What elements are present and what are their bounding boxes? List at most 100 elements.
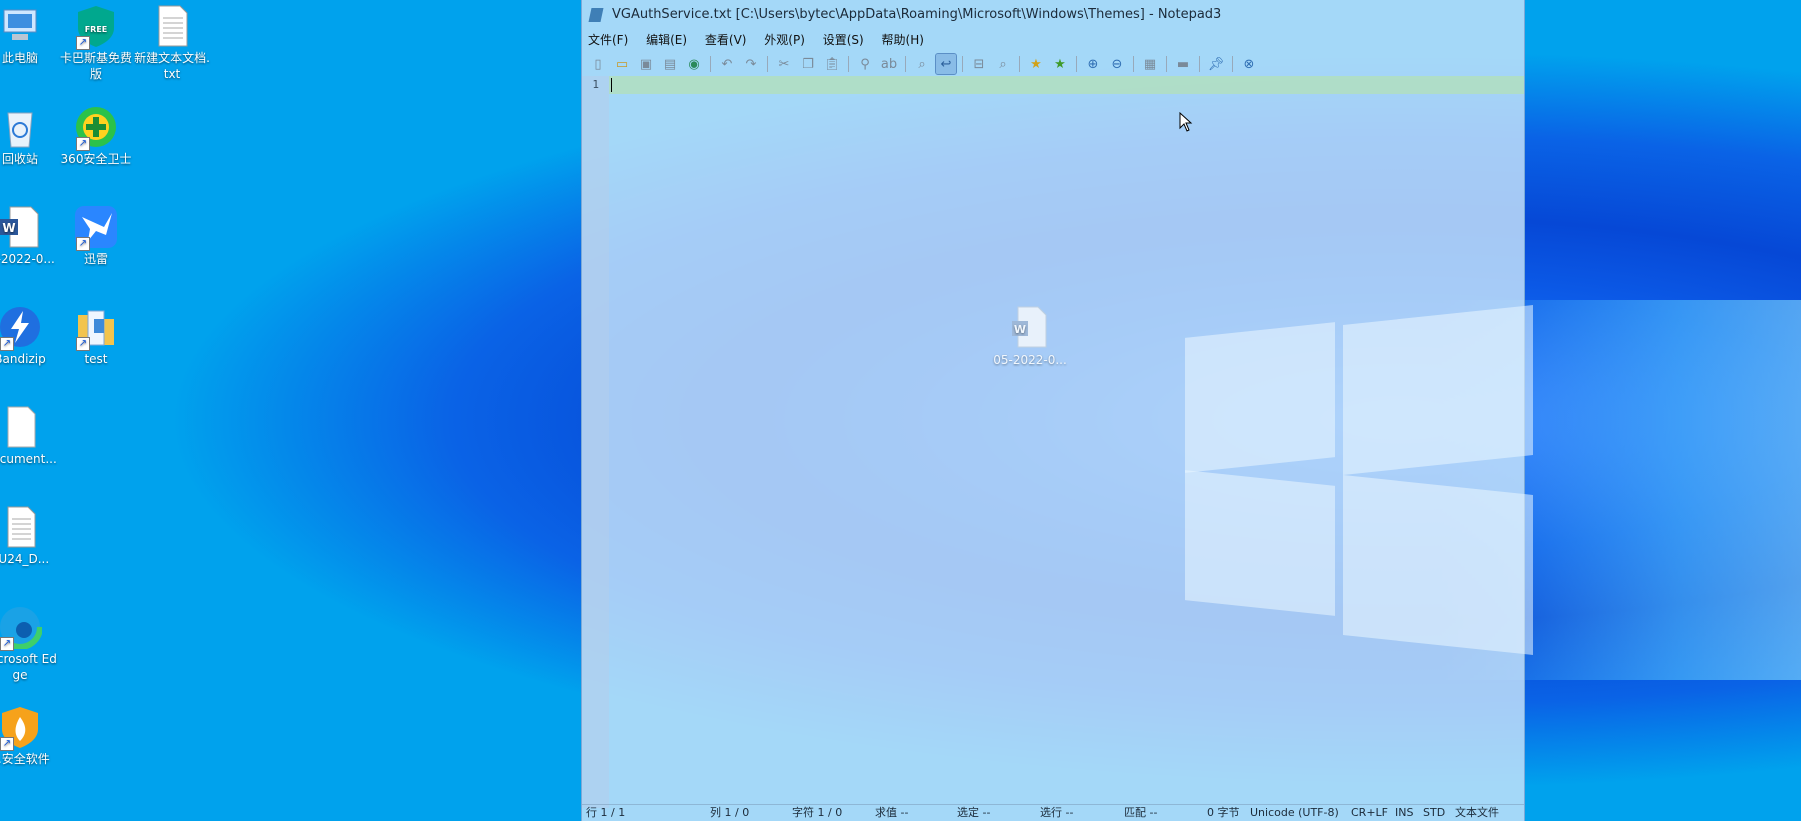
paste-icon[interactable]: 📋︎ <box>822 54 842 74</box>
toolbar-separator <box>962 56 963 72</box>
status-match: 匹配 -- <box>1124 806 1158 819</box>
desktop-icon-test-folder[interactable]: ↗ test <box>58 305 134 367</box>
text-file-icon <box>150 4 194 48</box>
menu-settings[interactable]: 设置(S) <box>823 33 864 47</box>
status-char: 字符 1 / 0 <box>792 806 843 819</box>
desktop-icon-360[interactable]: ↗ 360安全卫士 <box>58 105 134 167</box>
add-favorite-icon[interactable]: ★ <box>1050 54 1070 74</box>
screen-icon[interactable]: ▬ <box>1173 54 1193 74</box>
status-bar: 行 1 / 1 列 1 / 0 字符 1 / 0 求值 -- 选定 -- 选行 … <box>582 804 1524 821</box>
toolbar-separator <box>1133 56 1134 72</box>
desktop-icon-recycle-bin[interactable]: 回收站 <box>0 105 58 167</box>
replace-icon[interactable]: ab <box>879 54 899 74</box>
menu-file[interactable]: 文件(F) <box>588 33 628 47</box>
status-std[interactable]: STD <box>1423 805 1445 821</box>
shortcut-arrow-icon: ↗ <box>76 36 90 50</box>
status-value: 求值 -- <box>875 806 909 819</box>
shortcut-arrow-icon: ↗ <box>0 737 14 751</box>
desktop-icon-word-doc[interactable]: W ...-2022-0... <box>0 205 58 267</box>
close-icon[interactable]: ⊗ <box>1239 54 1259 74</box>
toolbar-separator <box>905 56 906 72</box>
shortcut-arrow-icon: ↗ <box>76 137 90 151</box>
360-security-icon: ↗ <box>74 105 118 151</box>
edge-icon: ↗ <box>0 604 43 651</box>
desktop-icon-document[interactable]: Document... <box>0 405 58 467</box>
desktop-icon-edge[interactable]: ↗ Microsoft Edge <box>0 604 58 683</box>
current-line-highlight <box>609 76 1524 94</box>
title-bar[interactable]: VGAuthService.txt [C:\Users\bytec\AppDat… <box>582 0 1524 30</box>
word-document-icon: W <box>1010 305 1050 349</box>
status-selection: 选定 -- <box>957 806 991 819</box>
open-icon[interactable]: ▭ <box>612 54 632 74</box>
word-wrap-icon[interactable]: ↩ <box>935 53 957 75</box>
schemes-icon[interactable]: ▦ <box>1140 54 1160 74</box>
shortcut-arrow-icon: ↗ <box>76 337 90 351</box>
status-encoding[interactable]: Unicode (UTF-8) <box>1250 805 1339 821</box>
menu-help[interactable]: 帮助(H) <box>882 33 924 47</box>
status-column: 列 1 / 0 <box>710 806 750 819</box>
window-title: VGAuthService.txt [C:\Users\bytec\AppDat… <box>612 7 1222 22</box>
status-bytes: 0 字节 <box>1207 806 1240 819</box>
svg-text:FREE: FREE <box>85 25 108 34</box>
undo-icon[interactable]: ↶ <box>717 54 737 74</box>
toolbar-separator <box>848 56 849 72</box>
toolbar-separator <box>1019 56 1020 72</box>
bandizip-icon: ↗ <box>0 305 42 351</box>
menu-edit[interactable]: 编辑(E) <box>646 33 687 47</box>
shortcut-arrow-icon: ↗ <box>76 237 90 251</box>
zoom-out-icon[interactable]: ⊖ <box>1107 54 1127 74</box>
favorite-icon[interactable]: ★ <box>1026 54 1046 74</box>
blank-file-icon <box>0 405 42 449</box>
toolbar-separator <box>767 56 768 72</box>
status-ins[interactable]: INS <box>1395 805 1413 821</box>
save-icon[interactable]: ▣ <box>636 54 656 74</box>
status-selected-lines: 选行 -- <box>1040 806 1074 819</box>
redo-icon[interactable]: ↷ <box>741 54 761 74</box>
word-document-icon: W <box>0 205 42 249</box>
text-caret <box>611 78 612 92</box>
desktop-icon-bandizip[interactable]: ↗ Bandizip <box>0 305 58 367</box>
text-file-icon <box>0 505 42 549</box>
browse-icon[interactable]: ◉ <box>684 54 704 74</box>
desktop-icon-eu24[interactable]: EU24_D... <box>0 505 58 567</box>
find-icon[interactable]: ⚲ <box>855 54 875 74</box>
status-file-type[interactable]: 文本文件 <box>1455 805 1499 821</box>
copy-icon[interactable]: ❐ <box>798 54 818 74</box>
zoom-in-icon[interactable]: ⊕ <box>1083 54 1103 74</box>
desktop-icon-new-text[interactable]: 新建文本文档.txt <box>134 4 210 82</box>
new-icon[interactable]: ▯ <box>588 54 608 74</box>
menu-view[interactable]: 查看(V) <box>705 33 747 47</box>
svg-text:W: W <box>1014 323 1026 336</box>
toggle-fold-icon[interactable]: ⊟ <box>969 54 989 74</box>
menu-bar: 文件(F) 编辑(E) 查看(V) 外观(P) 设置(S) 帮助(H) <box>582 30 1524 50</box>
shortcut-arrow-icon: ↗ <box>0 337 14 351</box>
goto-icon[interactable]: ⌕ <box>912 54 932 74</box>
toolbar: ▯ ▭ ▣ ▤ ◉ ↶ ↷ ✂ ❐ 📋︎ ⚲ ab ⌕ ↩ ⊟ ⌕ ★ ★ ⊕ … <box>582 50 1524 78</box>
computer-icon <box>0 4 42 48</box>
svg-text:W: W <box>2 221 15 235</box>
toolbar-separator <box>1232 56 1233 72</box>
desktop-icon-xunlei[interactable]: ↗ 迅雷 <box>58 205 134 267</box>
desktop-icon-this-pc[interactable]: 此电脑 <box>0 4 58 66</box>
toolbar-separator <box>710 56 711 72</box>
line-number-gutter: 1 <box>582 76 609 808</box>
desktop-icon-kaspersky[interactable]: FREE ↗ 卡巴斯基免费版 <box>58 4 134 82</box>
toolbar-separator <box>1166 56 1167 72</box>
status-eol[interactable]: CR+LF <box>1351 805 1388 821</box>
status-line: 行 1 / 1 <box>586 806 626 819</box>
folder-icon: ↗ <box>74 305 118 351</box>
save-as-icon[interactable]: ▤ <box>660 54 680 74</box>
toolbar-separator <box>1199 56 1200 72</box>
shortcut-arrow-icon: ↗ <box>0 637 14 651</box>
desktop-icon-security-software[interactable]: ↗ ...安全软件 <box>0 705 58 767</box>
line-number: 1 <box>592 78 599 91</box>
cut-icon[interactable]: ✂ <box>774 54 794 74</box>
toolbar-separator <box>1076 56 1077 72</box>
desktop-icon-word-doc-behind-window[interactable]: W 05-2022-0... <box>985 305 1075 367</box>
zoom-find-icon[interactable]: ⌕ <box>993 54 1013 74</box>
recycle-bin-icon <box>0 105 42 149</box>
menu-appearance[interactable]: 外观(P) <box>764 33 805 47</box>
notepad3-app-icon <box>588 8 604 22</box>
security-software-icon: ↗ <box>0 705 42 751</box>
pin-icon[interactable]: 📌︎ <box>1206 54 1226 74</box>
